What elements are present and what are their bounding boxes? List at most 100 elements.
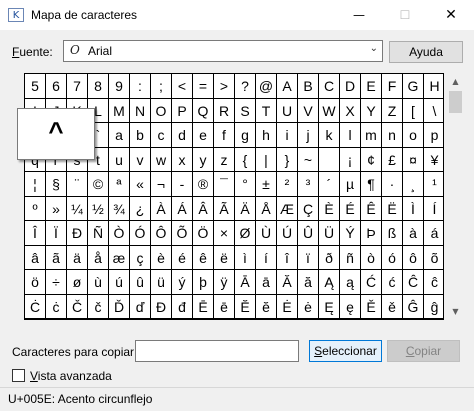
character-cell[interactable]: X [340, 98, 361, 123]
character-cell[interactable]: ė [298, 294, 319, 319]
character-cell[interactable]: ò [361, 245, 382, 270]
character-cell[interactable]: ē [214, 294, 235, 319]
character-cell[interactable]: R [214, 98, 235, 123]
character-cell[interactable]: Ĉ [403, 270, 424, 295]
character-cell[interactable]: Ā [235, 270, 256, 295]
character-cell[interactable]: ? [235, 74, 256, 99]
character-cell[interactable]: Ì [403, 196, 424, 221]
character-cell[interactable]: £ [382, 147, 403, 172]
character-cell[interactable]: - [172, 172, 193, 197]
character-cell[interactable]: Ñ [88, 221, 109, 246]
character-cell[interactable]: đ [172, 294, 193, 319]
character-cell[interactable]: ¨ [67, 172, 88, 197]
character-cell[interactable]: E [361, 74, 382, 99]
character-cell[interactable]: ¯ [214, 172, 235, 197]
character-cell[interactable]: H [424, 74, 443, 99]
character-cell[interactable]: Ê [361, 196, 382, 221]
character-cell[interactable]: ā [256, 270, 277, 295]
character-cell[interactable]: » [46, 196, 67, 221]
character-cell[interactable]: a [109, 123, 130, 148]
character-cell[interactable]: ; [151, 74, 172, 99]
character-cell[interactable]: 5 [25, 74, 46, 99]
character-cell[interactable]: Õ [172, 221, 193, 246]
character-cell[interactable]: ę [340, 294, 361, 319]
character-cell[interactable]: í [256, 245, 277, 270]
character-cell[interactable]: ä [67, 245, 88, 270]
character-cell[interactable]: Q [193, 98, 214, 123]
character-cell[interactable]: @ [256, 74, 277, 99]
character-cell[interactable]: à [403, 221, 424, 246]
character-cell[interactable]: ¼ [67, 196, 88, 221]
character-cell[interactable]: Ó [130, 221, 151, 246]
scroll-thumb[interactable] [449, 91, 462, 113]
character-cell[interactable]: Û [298, 221, 319, 246]
character-cell[interactable]: ď [130, 294, 151, 319]
scroll-up-icon[interactable]: ▲ [447, 73, 464, 90]
character-cell[interactable]: ¸ [403, 172, 424, 197]
character-cell[interactable]: Ě [361, 294, 382, 319]
character-cell[interactable]: Ď [109, 294, 130, 319]
character-cell[interactable]: ĝ [424, 294, 443, 319]
character-cell[interactable]: ¦ [25, 172, 46, 197]
scroll-down-icon[interactable]: ▼ [447, 303, 464, 320]
character-cell[interactable]: ö [25, 270, 46, 295]
copy-field[interactable] [135, 340, 299, 362]
character-cell[interactable]: Ð [67, 221, 88, 246]
character-cell[interactable]: Ċ [25, 294, 46, 319]
character-cell[interactable]: 9 [109, 74, 130, 99]
character-cell[interactable]: : [130, 74, 151, 99]
copy-button[interactable]: Copiar [387, 340, 460, 362]
character-cell[interactable]: ´ [319, 172, 340, 197]
character-cell[interactable]: A [277, 74, 298, 99]
character-cell[interactable]: á [424, 221, 443, 246]
character-cell[interactable]: ² [277, 172, 298, 197]
character-cell[interactable]: Ĝ [403, 294, 424, 319]
character-cell[interactable]: { [235, 147, 256, 172]
character-cell[interactable]: P [172, 98, 193, 123]
character-cell[interactable]: ê [193, 245, 214, 270]
character-cell[interactable]: ° [235, 172, 256, 197]
character-cell[interactable]: o [403, 123, 424, 148]
character-cell[interactable]: ½ [88, 196, 109, 221]
chevron-down-icon[interactable]: ⌄ [370, 43, 378, 54]
close-button[interactable]: ✕ [428, 0, 474, 30]
character-cell[interactable]: j [298, 123, 319, 148]
character-cell[interactable]: Y [361, 98, 382, 123]
character-cell[interactable]: Ã [214, 196, 235, 221]
character-cell[interactable]: 7 [67, 74, 88, 99]
character-cell[interactable]: b [130, 123, 151, 148]
character-cell[interactable]: Î [25, 221, 46, 246]
character-cell[interactable]: ě [382, 294, 403, 319]
character-cell[interactable]: Á [172, 196, 193, 221]
character-cell[interactable]: Æ [277, 196, 298, 221]
character-cell[interactable]: è [151, 245, 172, 270]
character-cell[interactable]: Â [193, 196, 214, 221]
character-cell[interactable]: © [88, 172, 109, 197]
character-cell[interactable]: 8 [88, 74, 109, 99]
character-cell[interactable]: ç [130, 245, 151, 270]
character-cell[interactable]: i [277, 123, 298, 148]
character-cell[interactable]: ¬ [151, 172, 172, 197]
character-cell[interactable]: Ù [256, 221, 277, 246]
character-cell[interactable]: < [172, 74, 193, 99]
character-cell[interactable]: ą [340, 270, 361, 295]
character-cell[interactable]: D [340, 74, 361, 99]
character-cell[interactable]: M [109, 98, 130, 123]
character-cell[interactable]: ÷ [46, 270, 67, 295]
character-cell[interactable]: É [340, 196, 361, 221]
character-cell[interactable]: x [172, 147, 193, 172]
character-cell[interactable]: u [109, 147, 130, 172]
character-cell[interactable]: N [130, 98, 151, 123]
character-cell[interactable]: ¾ [109, 196, 130, 221]
character-cell[interactable]: v [130, 147, 151, 172]
character-cell[interactable]: Ą [319, 270, 340, 295]
character-cell[interactable]: ÿ [214, 270, 235, 295]
character-cell[interactable]: ü [151, 270, 172, 295]
character-cell[interactable]: Ĕ [235, 294, 256, 319]
character-cell[interactable]: â [25, 245, 46, 270]
help-button[interactable]: Ayuda [389, 41, 463, 63]
character-cell[interactable]: z [214, 147, 235, 172]
character-cell[interactable]: ã [46, 245, 67, 270]
character-cell[interactable]: Ë [382, 196, 403, 221]
character-cell[interactable]: ¹ [424, 172, 443, 197]
